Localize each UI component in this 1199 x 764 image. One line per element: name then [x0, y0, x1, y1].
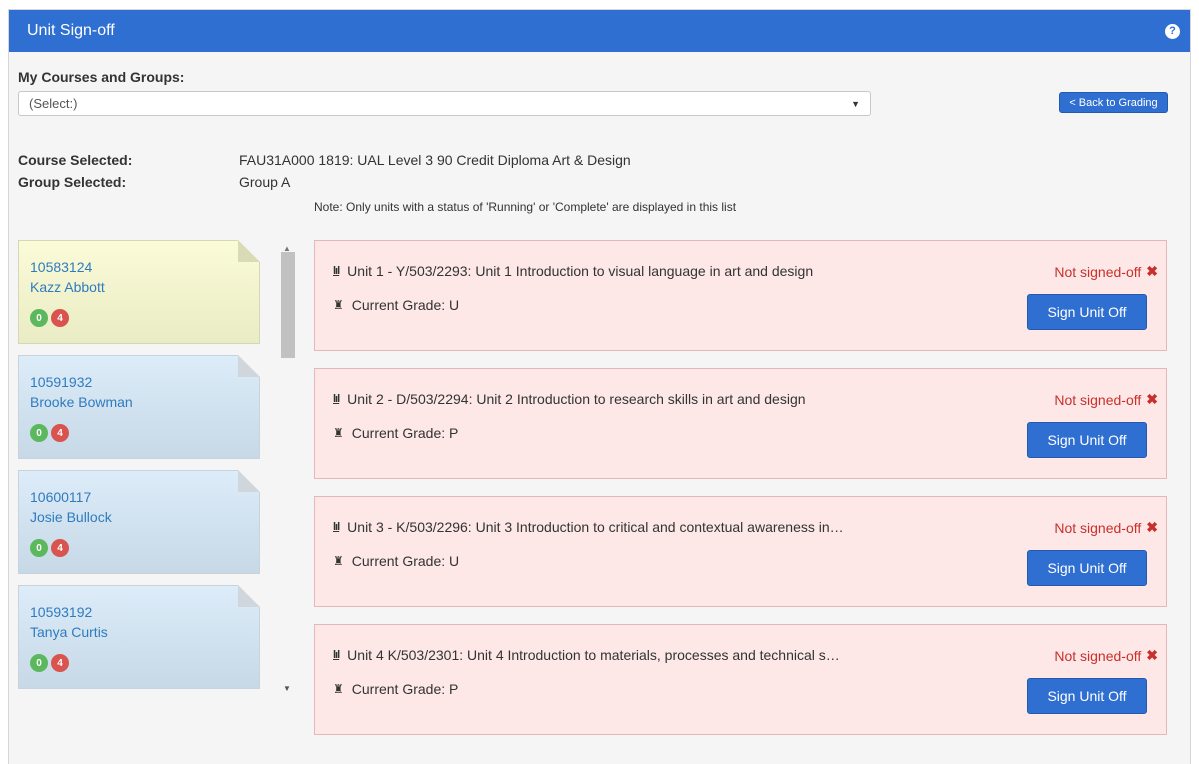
unit-title-row: lıl Unit 2 - D/503/2294: Unit 2 Introduc… [333, 391, 806, 407]
student-id: 10591932 [30, 374, 93, 390]
courses-label: My Courses and Groups: [18, 69, 185, 85]
status-text: Not signed-off [1054, 647, 1142, 664]
student-card[interactable]: 10583124 Kazz Abbott 0 4 [18, 240, 260, 344]
signed-count-badge: 0 [30, 539, 48, 557]
bar-chart-icon: lıl [333, 649, 340, 661]
status-text: Not signed-off [1054, 263, 1142, 280]
student-name: Brooke Bowman [30, 394, 133, 410]
sign-unit-off-button[interactable]: Sign Unit Off [1027, 678, 1147, 714]
bar-chart-icon: lıl [333, 393, 340, 405]
unit-title: Unit 3 - K/503/2296: Unit 3 Introduction… [347, 519, 844, 535]
unit-title-row: lıl Unit 4 K/503/2301: Unit 4 Introducti… [333, 647, 840, 663]
sign-unit-off-button[interactable]: Sign Unit Off [1027, 294, 1147, 330]
sign-unit-off-button[interactable]: Sign Unit Off [1027, 550, 1147, 586]
signoff-status: Not signed-off ✖ [1054, 519, 1158, 536]
back-to-grading-button[interactable]: < Back to Grading [1059, 92, 1168, 113]
close-icon: ✖ [1146, 263, 1158, 279]
scrollbar-thumb[interactable] [281, 252, 295, 358]
unit-title: Unit 4 K/503/2301: Unit 4 Introduction t… [347, 647, 840, 663]
signed-count-badge: 0 [30, 309, 48, 327]
signoff-status: Not signed-off ✖ [1054, 263, 1158, 280]
student-badges: 0 4 [30, 424, 69, 442]
select-value: (Select:) [29, 96, 78, 111]
course-selected-value: FAU31A000 1819: UAL Level 3 90 Credit Di… [239, 152, 631, 168]
signed-count-badge: 0 [30, 654, 48, 672]
units-note: Note: Only units with a status of 'Runni… [314, 200, 737, 214]
student-card[interactable]: 10593192 Tanya Curtis 0 4 [18, 585, 260, 689]
signoff-status: Not signed-off ✖ [1054, 391, 1158, 408]
unsigned-count-badge: 4 [51, 309, 69, 327]
unit-card: lıl Unit 1 - Y/503/2293: Unit 1 Introduc… [314, 240, 1167, 351]
folded-corner [238, 585, 260, 607]
bar-chart-icon: lıl [333, 521, 340, 533]
close-icon: ✖ [1146, 391, 1158, 407]
grade-row: ♜ Current Grade: U [333, 297, 459, 313]
current-grade: Current Grade: P [351, 681, 459, 697]
student-name: Josie Bullock [30, 509, 112, 525]
unit-title-row: lıl Unit 1 - Y/503/2293: Unit 1 Introduc… [333, 263, 813, 279]
grade-row: ♜ Current Grade: P [333, 681, 458, 697]
signed-count-badge: 0 [30, 424, 48, 442]
unsigned-count-badge: 4 [51, 539, 69, 557]
student-badges: 0 4 [30, 309, 69, 327]
group-selected-label: Group Selected: [18, 174, 127, 190]
folded-corner [238, 355, 260, 377]
course-selected-label: Course Selected: [18, 152, 133, 168]
bar-chart-icon: lıl [333, 265, 340, 277]
puzzle-icon: ♜ [333, 426, 344, 440]
status-text: Not signed-off [1054, 391, 1142, 408]
help-icon[interactable]: ? [1165, 23, 1180, 39]
unit-title: Unit 1 - Y/503/2293: Unit 1 Introduction… [347, 263, 814, 279]
student-name: Kazz Abbott [30, 279, 105, 295]
puzzle-icon: ♜ [333, 682, 344, 696]
scroll-down-arrow-icon[interactable]: ▼ [283, 684, 291, 693]
student-card[interactable]: 10600117 Josie Bullock 0 4 [18, 470, 260, 574]
course-group-select[interactable]: (Select:) ▼ [18, 91, 871, 116]
folded-corner [238, 470, 260, 492]
sign-unit-off-button[interactable]: Sign Unit Off [1027, 422, 1147, 458]
puzzle-icon: ♜ [333, 298, 344, 312]
grade-row: ♜ Current Grade: P [333, 425, 458, 441]
current-grade: Current Grade: P [351, 425, 459, 441]
unsigned-count-badge: 4 [51, 424, 69, 442]
unit-card: lıl Unit 2 - D/503/2294: Unit 2 Introduc… [314, 368, 1167, 479]
student-id: 10583124 [30, 259, 93, 275]
student-id: 10593192 [30, 604, 93, 620]
folded-corner [238, 240, 260, 262]
unit-title-row: lıl Unit 3 - K/503/2296: Unit 3 Introduc… [333, 519, 844, 535]
unit-card: lıl Unit 4 K/503/2301: Unit 4 Introducti… [314, 624, 1167, 735]
panel-title: Unit Sign-off [27, 22, 115, 39]
student-badges: 0 4 [30, 539, 69, 557]
student-id: 10600117 [30, 489, 92, 505]
unsigned-count-badge: 4 [51, 654, 69, 672]
close-icon: ✖ [1146, 519, 1158, 535]
puzzle-icon: ♜ [333, 554, 344, 568]
status-text: Not signed-off [1054, 519, 1142, 536]
current-grade: Current Grade: U [351, 297, 460, 313]
close-icon: ✖ [1146, 647, 1158, 663]
panel-header: Unit Sign-off ? [9, 10, 1190, 52]
current-grade: Current Grade: U [351, 553, 460, 569]
student-list: 10583124 Kazz Abbott 0 4 10591932 Brooke… [18, 230, 260, 690]
student-name: Tanya Curtis [30, 624, 108, 640]
student-card[interactable]: 10591932 Brooke Bowman 0 4 [18, 355, 260, 459]
unit-title: Unit 2 - D/503/2294: Unit 2 Introduction… [347, 391, 806, 407]
grade-row: ♜ Current Grade: U [333, 553, 459, 569]
signoff-status: Not signed-off ✖ [1054, 647, 1158, 664]
unit-card: lıl Unit 3 - K/503/2296: Unit 3 Introduc… [314, 496, 1167, 607]
student-badges: 0 4 [30, 654, 69, 672]
group-selected-value: Group A [239, 174, 291, 190]
chevron-down-icon: ▼ [851, 98, 860, 109]
